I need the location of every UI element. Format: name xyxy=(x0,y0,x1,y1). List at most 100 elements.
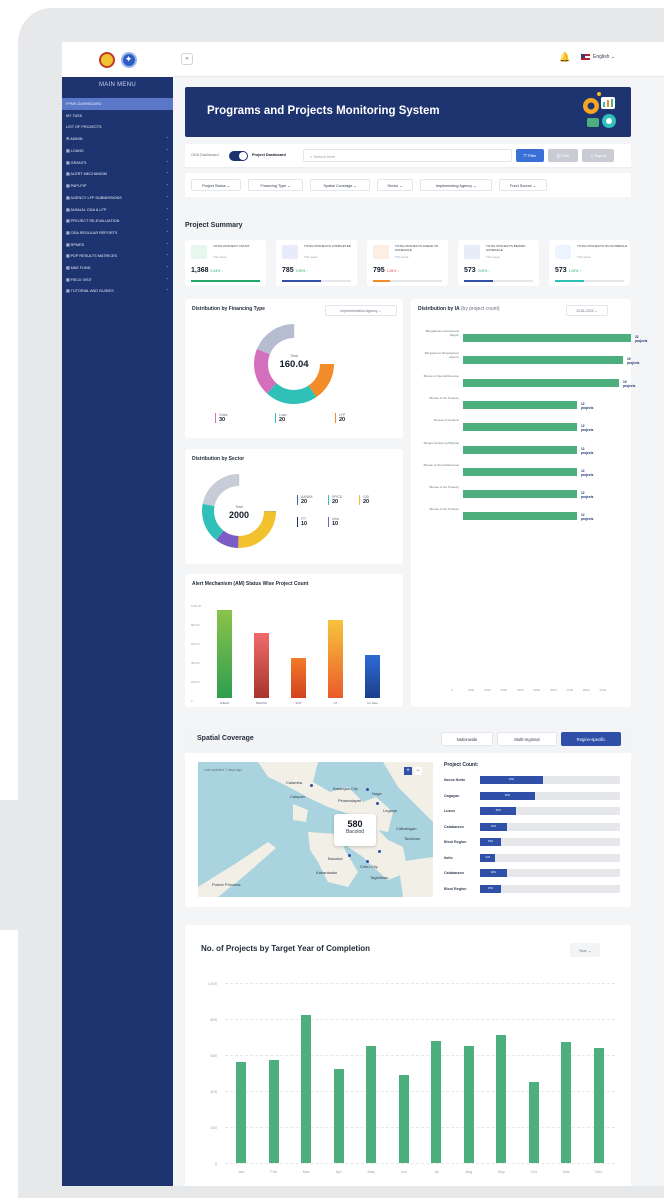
map-place-label: Calamba xyxy=(286,780,303,785)
search-input[interactable]: ⌕ Search here xyxy=(303,149,512,162)
target-bar[interactable] xyxy=(236,1062,247,1163)
map-marker-icon[interactable] xyxy=(378,850,381,853)
zoom-out-button[interactable]: − xyxy=(414,767,422,775)
sidebar-item[interactable]: ▦ TUTORIAL AND GUIDES ⌃ xyxy=(62,285,173,297)
sidebar-item[interactable]: ▦ ALERT MECHANISM ⌃ xyxy=(62,168,173,180)
ia-bar[interactable] xyxy=(463,467,577,476)
map-place-label: Bacolod xyxy=(328,856,343,861)
year-select[interactable]: Year ⌄ xyxy=(570,943,600,957)
ia-x-tick: 2000 xyxy=(484,688,491,692)
tab-region-specific[interactable]: Region-specific xyxy=(561,732,621,746)
map-marker-icon[interactable] xyxy=(348,854,351,857)
map-marker-icon[interactable] xyxy=(366,860,369,863)
print-button[interactable]: ⎙ Print xyxy=(548,149,578,162)
financing-type-filter[interactable]: Financing Type ⌄ xyxy=(248,179,303,191)
sector-center-label: Total xyxy=(235,505,243,509)
implementing-agency-filter[interactable]: Implementing Agency ⌄ xyxy=(420,179,492,191)
target-bar[interactable] xyxy=(333,1069,344,1163)
sidebar-item[interactable]: ▦ ANNUAL ODA & LFP ⌃ xyxy=(62,203,173,215)
target-bar[interactable] xyxy=(463,1046,474,1163)
ia-bar[interactable] xyxy=(463,445,577,454)
ia-row: Bureau of Internal Revenue 19 projects xyxy=(417,372,636,393)
fund-source-filter[interactable]: Fund Source ⌄ xyxy=(499,179,547,191)
ia-row: Bangsamoro Autonomous Region 22 projects xyxy=(417,327,648,348)
sector-filter[interactable]: Sector ⌄ xyxy=(377,179,413,191)
am-bar[interactable] xyxy=(365,655,380,698)
sidebar-item[interactable]: ▦ PAPI-PIP ⌃ xyxy=(62,180,173,192)
target-bar[interactable] xyxy=(366,1046,377,1163)
target-bar[interactable] xyxy=(496,1035,507,1163)
ia-x-tick: 7000 xyxy=(566,688,574,692)
filter-button[interactable]: ⛉ Filter xyxy=(516,149,544,162)
ia-label: Bangsamoro Development Agency xyxy=(424,351,459,359)
sidebar-item[interactable]: ▦ RPMES ⌃ xyxy=(62,238,173,250)
language-selector[interactable]: English ⌄ xyxy=(581,54,615,60)
am-bar[interactable] xyxy=(217,609,232,698)
grid-line xyxy=(225,1019,615,1020)
chevron-up-icon: ⌃ xyxy=(165,218,169,224)
ia-x-tick: 4000 xyxy=(517,688,524,692)
spatial-title: Spatial Coverage xyxy=(197,735,254,742)
am-bar[interactable] xyxy=(254,633,269,698)
sidebar-item[interactable]: ▦ PDP RESULTS MATRICES ⌃ xyxy=(62,250,173,262)
kpi-period: This week xyxy=(486,255,500,259)
sector-center-value: 2000 xyxy=(228,510,250,520)
target-bar[interactable] xyxy=(431,1040,442,1163)
am-bar[interactable] xyxy=(291,658,306,698)
legend-value: 10 xyxy=(301,521,308,527)
project-count-row: Calabarzon 19% xyxy=(444,868,624,880)
sidebar: ✦ MAIN MENU FPMS DASHBOARD MY TASK LIST OF… xyxy=(62,42,173,1186)
sidebar-item[interactable]: ▦ LOANS ⌃ xyxy=(62,145,173,157)
implementation-agency-select[interactable]: Implementation Agency ⌄ xyxy=(325,305,397,316)
project-count-row: Iloilo 11% xyxy=(444,853,624,865)
bell-icon[interactable]: 🔔 xyxy=(559,52,570,63)
sidebar-item[interactable]: ▦ FIELD VISIT ⌃ xyxy=(62,273,173,285)
sidebar-item[interactable]: LIST OF PROJECTS xyxy=(62,121,173,133)
ia-bar[interactable] xyxy=(463,378,619,387)
sidebar-item[interactable]: ▦ M&E FUND ⌃ xyxy=(62,262,173,274)
ia-bar[interactable] xyxy=(463,490,577,499)
ia-row: Bureau of the Treasury 12 projects xyxy=(417,394,595,415)
map-marker-icon[interactable] xyxy=(310,784,313,787)
sidebar-item[interactable]: FPMS DASHBOARD xyxy=(62,98,173,110)
target-bar[interactable] xyxy=(528,1082,539,1163)
target-bar[interactable] xyxy=(301,1015,312,1163)
dashboard-toggle[interactable] xyxy=(229,151,248,161)
kpi-label: TOTAL PROJECTS BEHIND SCHEDULE xyxy=(486,244,526,252)
map-popup-value: 580 xyxy=(347,819,363,829)
sidebar-item[interactable]: ▦ AGENCY LFP SUBMISSIONS ⌃ xyxy=(62,192,173,204)
sidebar-item[interactable]: MY TASK xyxy=(62,110,173,122)
sidebar-item-label: ▦ ALERT MECHANISM xyxy=(66,172,107,177)
tab-multi-regional[interactable]: Multi-regional xyxy=(497,732,557,746)
sidebar-item[interactable]: ▦ ODA REGULAR REPORTS ⌃ xyxy=(62,227,173,239)
ia-bar[interactable] xyxy=(463,356,623,365)
ia-bar[interactable] xyxy=(463,512,577,521)
sidebar-item[interactable]: ▦ PROJECT RE-EVALUATION ⌃ xyxy=(62,215,173,227)
sidebar-item-label: ⚙ ADMIN xyxy=(66,137,83,142)
target-bar[interactable] xyxy=(593,1047,604,1163)
ia-value: 22 projects xyxy=(635,335,648,343)
map-marker-icon[interactable] xyxy=(366,788,369,791)
kpi-progress xyxy=(555,280,624,282)
am-y-tick: 200.00 xyxy=(191,680,200,684)
region-map[interactable]: Last updated: 7 days ago + − Calamba Bata… xyxy=(198,762,433,897)
am-bar[interactable] xyxy=(328,620,343,698)
spatial-coverage-filter[interactable]: Spatial Coverage ⌄ xyxy=(310,179,370,191)
ia-bar[interactable] xyxy=(463,400,577,409)
zoom-in-button[interactable]: + xyxy=(404,767,412,775)
tab-nationwide[interactable]: Nationwide xyxy=(441,732,493,746)
sidebar-item[interactable]: ▦ GRANTS ⌃ xyxy=(62,156,173,168)
project-status-filter[interactable]: Project Status ⌄ xyxy=(191,179,241,191)
target-bar[interactable] xyxy=(268,1060,279,1163)
ia-bar[interactable] xyxy=(463,334,631,342)
ia-value: 12 projects xyxy=(581,491,594,500)
target-bar[interactable] xyxy=(398,1074,409,1163)
ia-label: Bangko Sentral ng Pilipinas xyxy=(423,440,459,445)
ia-bar[interactable] xyxy=(463,423,577,432)
target-bar[interactable] xyxy=(561,1042,572,1163)
sidebar-item[interactable]: ⚙ ADMIN ⌃ xyxy=(62,133,173,145)
export-button[interactable]: ⇩ Export xyxy=(582,149,614,162)
map-marker-icon[interactable] xyxy=(376,802,379,805)
collapse-sidebar-button[interactable]: « xyxy=(181,53,193,65)
year-range-select[interactable]: 2018-2024 ⌄ xyxy=(566,305,608,316)
